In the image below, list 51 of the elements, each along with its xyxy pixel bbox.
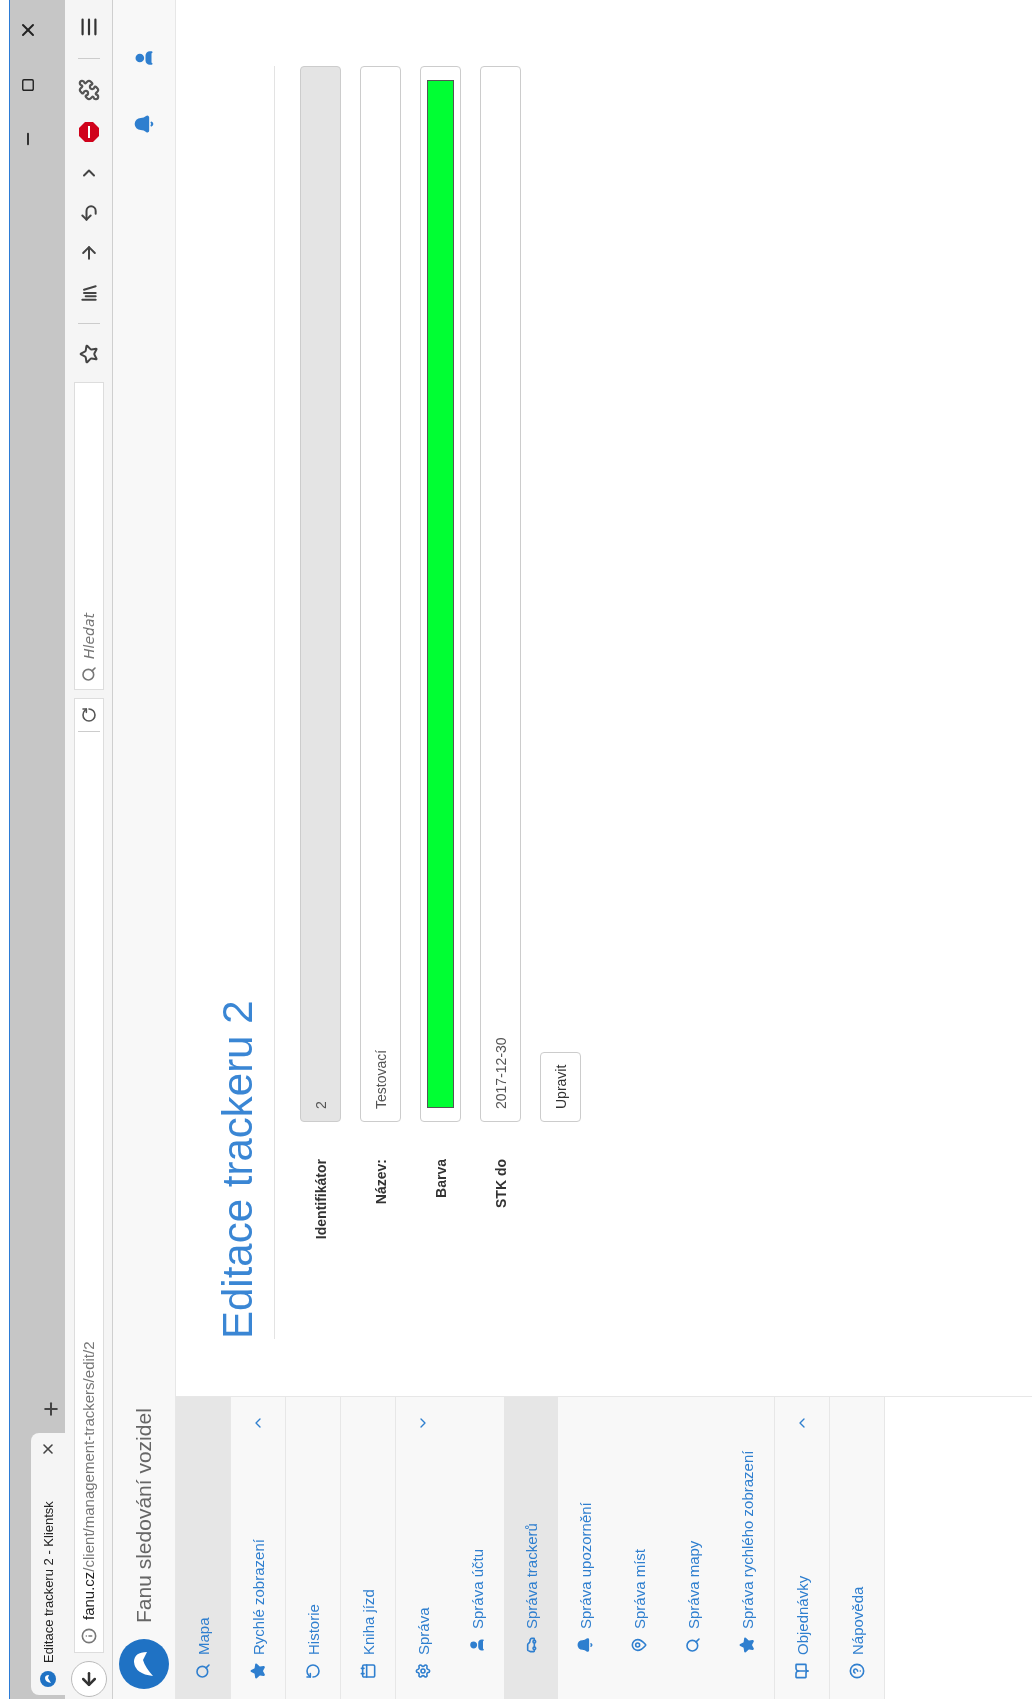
input-field[interactable]: 2017-12-30 [480,66,521,1122]
user-icon[interactable] [134,48,154,68]
address-bar[interactable]: fanu.cz/client/management-trackers/edit/2 [73,698,104,1653]
field-label: Barva [432,1158,449,1200]
bell-icon[interactable] [134,114,154,134]
sidebar-item[interactable]: Správa trackerů [504,1397,558,1699]
bell-icon [577,1637,593,1653]
sidebar-item[interactable]: Správa rychlého zobrazení [720,1397,774,1699]
tab-title: Editace trackeru 2 - Klientsk [40,1500,56,1663]
settings-icon [415,1663,431,1679]
sidebar-item[interactable]: Historie [286,1397,340,1699]
star-icon [739,1637,755,1653]
sidebar-item[interactable]: Kniha jízd [341,1397,395,1699]
pin-icon [631,1637,647,1653]
sidebar-item[interactable]: Objednávky [775,1397,829,1699]
sidebar-item[interactable]: Rychlé zobrazení [231,1397,285,1699]
close-icon[interactable] [40,1441,56,1457]
sidebar-item[interactable]: Nápověda [830,1397,884,1699]
maximize-icon[interactable] [21,78,35,92]
url-text: fanu.cz/client/management-trackers/edit/2 [80,1340,97,1620]
sidebar-item[interactable]: Mapa [176,1397,230,1699]
input-field[interactable]: Testovací [360,66,401,1122]
reload-icon[interactable] [80,707,97,723]
puzzle-icon[interactable] [77,79,100,101]
sidebar-item[interactable]: Správa upozornění [558,1397,612,1699]
calendar-icon [360,1663,376,1679]
field-label: Název: [372,1158,389,1207]
submit-button[interactable]: Upravit [540,1051,581,1122]
star-icon [250,1663,266,1679]
search-field[interactable]: Hledat [73,382,104,690]
field-label: Identifikátor [312,1158,329,1242]
page-title: Editace trackeru 2 [214,66,275,1339]
back-button[interactable] [70,1661,107,1697]
app-title: Fanu sledování vozidel [132,1407,156,1623]
stop-sign-icon[interactable] [77,121,100,143]
search-icon [80,666,97,682]
browser-tab[interactable]: Editace trackeru 2 - Klientsk [31,1433,65,1695]
star-icon[interactable] [78,344,99,364]
search-icon [685,1637,701,1653]
sidebar-item[interactable]: Správa účtu [450,1397,504,1699]
logo-icon [119,1639,169,1689]
favicon-icon [40,1671,56,1687]
user-icon [469,1637,485,1653]
sidebar-item[interactable]: Správa [396,1397,450,1699]
field-label: STK do [492,1158,509,1210]
search-icon [195,1663,211,1679]
color-field[interactable] [420,66,461,1122]
sidebar-item[interactable]: Správa mapy [666,1397,720,1699]
sidebar-item[interactable]: Správa míst [612,1397,666,1699]
history-icon [305,1663,321,1679]
undo-icon[interactable] [78,203,99,223]
